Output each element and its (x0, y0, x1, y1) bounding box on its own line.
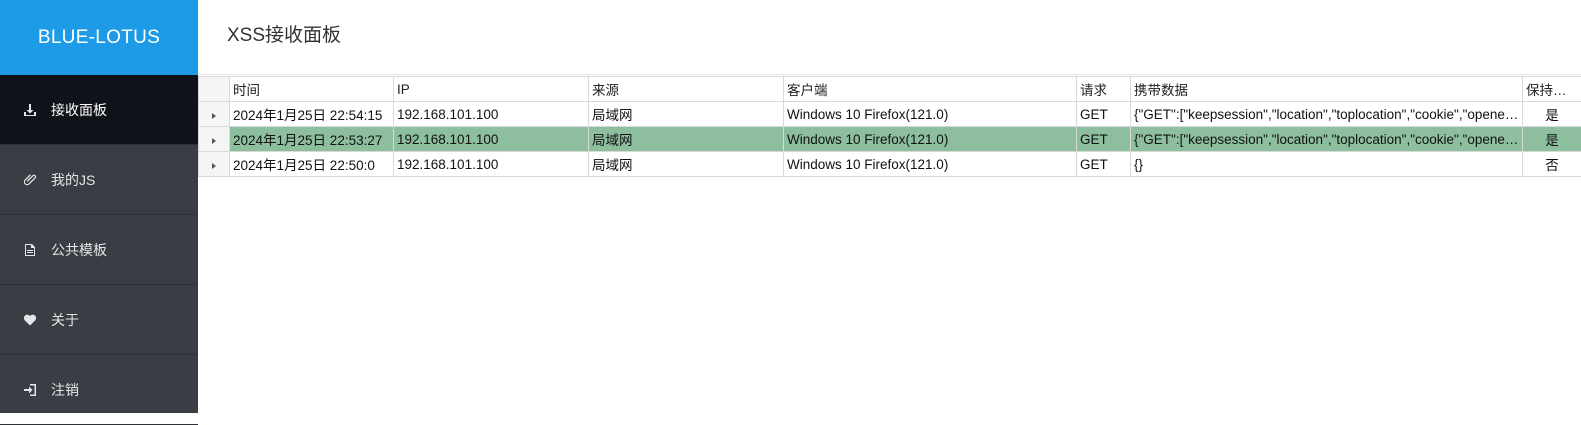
cell-source: 局域网 (589, 152, 784, 177)
sidebar-item-label: 关于 (51, 310, 79, 330)
sidebar-item-about[interactable]: 关于 (0, 285, 198, 355)
cell-keep-alive: 是 (1523, 102, 1581, 127)
table-row[interactable]: 2024年1月25日 22:50:0 192.168.101.100 局域网 W… (199, 152, 1581, 177)
cell-data: {"GET":["keepsession","location","toploc… (1131, 102, 1523, 127)
sidebar-item-label: 我的JS (51, 170, 95, 190)
column-header-ip[interactable]: IP (394, 77, 589, 102)
cell-time: 2024年1月25日 22:54:15 (230, 102, 394, 127)
cell-time: 2024年1月25日 22:53:27 (230, 127, 394, 152)
sidebar: BLUE-LOTUS 接收面板 我的JS 公共模板 关于 注销 (0, 0, 198, 413)
column-header-keep-alive[interactable]: 保持连接 (1523, 77, 1581, 102)
table-row-selected[interactable]: 2024年1月25日 22:53:27 192.168.101.100 局域网 … (199, 127, 1581, 152)
sidebar-item-public-templates[interactable]: 公共模板 (0, 215, 198, 285)
cell-source: 局域网 (589, 127, 784, 152)
row-expand-handle[interactable] (199, 152, 230, 177)
table-row[interactable]: 2024年1月25日 22:54:15 192.168.101.100 局域网 … (199, 102, 1581, 127)
cell-ip: 192.168.101.100 (394, 102, 589, 127)
page-header: XSS接收面板 (198, 0, 1581, 75)
row-expand-handle[interactable] (199, 127, 230, 152)
sidebar-item-my-js[interactable]: 我的JS (0, 145, 198, 215)
column-header-method[interactable]: 请求 (1077, 77, 1131, 102)
sidebar-item-logout[interactable]: 注销 (0, 355, 198, 425)
cell-keep-alive: 是 (1523, 127, 1581, 152)
cell-ip: 192.168.101.100 (394, 127, 589, 152)
caret-right-icon (212, 138, 216, 144)
app-logo: BLUE-LOTUS (0, 0, 198, 75)
caret-right-icon (212, 113, 216, 119)
column-header-client[interactable]: 客户端 (784, 77, 1077, 102)
download-icon (23, 103, 37, 117)
cell-method: GET (1077, 152, 1131, 177)
cell-client: Windows 10 Firefox(121.0) (784, 102, 1077, 127)
column-header-source[interactable]: 来源 (589, 77, 784, 102)
cell-data: {"GET":["keepsession","location","toploc… (1131, 127, 1523, 152)
row-expand-handle[interactable] (199, 102, 230, 127)
data-grid: 时间 IP 来源 客户端 请求 携带数据 保持连接 2024年1月25日 22:… (198, 76, 1581, 177)
sign-in-icon (23, 383, 37, 397)
cell-source: 局域网 (589, 102, 784, 127)
caret-right-icon (212, 163, 216, 169)
table-header-row: 时间 IP 来源 客户端 请求 携带数据 保持连接 (199, 77, 1581, 102)
sidebar-item-label: 注销 (51, 380, 79, 400)
cell-client: Windows 10 Firefox(121.0) (784, 152, 1077, 177)
cell-method: GET (1077, 127, 1131, 152)
cell-client: Windows 10 Firefox(121.0) (784, 127, 1077, 152)
file-icon (23, 243, 37, 257)
page-title: XSS接收面板 (227, 20, 341, 47)
column-header-data[interactable]: 携带数据 (1131, 77, 1523, 102)
sidebar-item-label: 接收面板 (51, 100, 107, 120)
column-header-time[interactable]: 时间 (230, 77, 394, 102)
cell-data: {} (1131, 152, 1523, 177)
sidebar-item-label: 公共模板 (51, 240, 107, 260)
row-header-corner (199, 77, 230, 102)
cell-method: GET (1077, 102, 1131, 127)
heart-icon (23, 313, 37, 327)
cell-ip: 192.168.101.100 (394, 152, 589, 177)
paperclip-icon (23, 173, 37, 187)
cell-keep-alive: 否 (1523, 152, 1581, 177)
cell-time: 2024年1月25日 22:50:0 (230, 152, 394, 177)
sidebar-item-receive-panel[interactable]: 接收面板 (0, 75, 198, 145)
